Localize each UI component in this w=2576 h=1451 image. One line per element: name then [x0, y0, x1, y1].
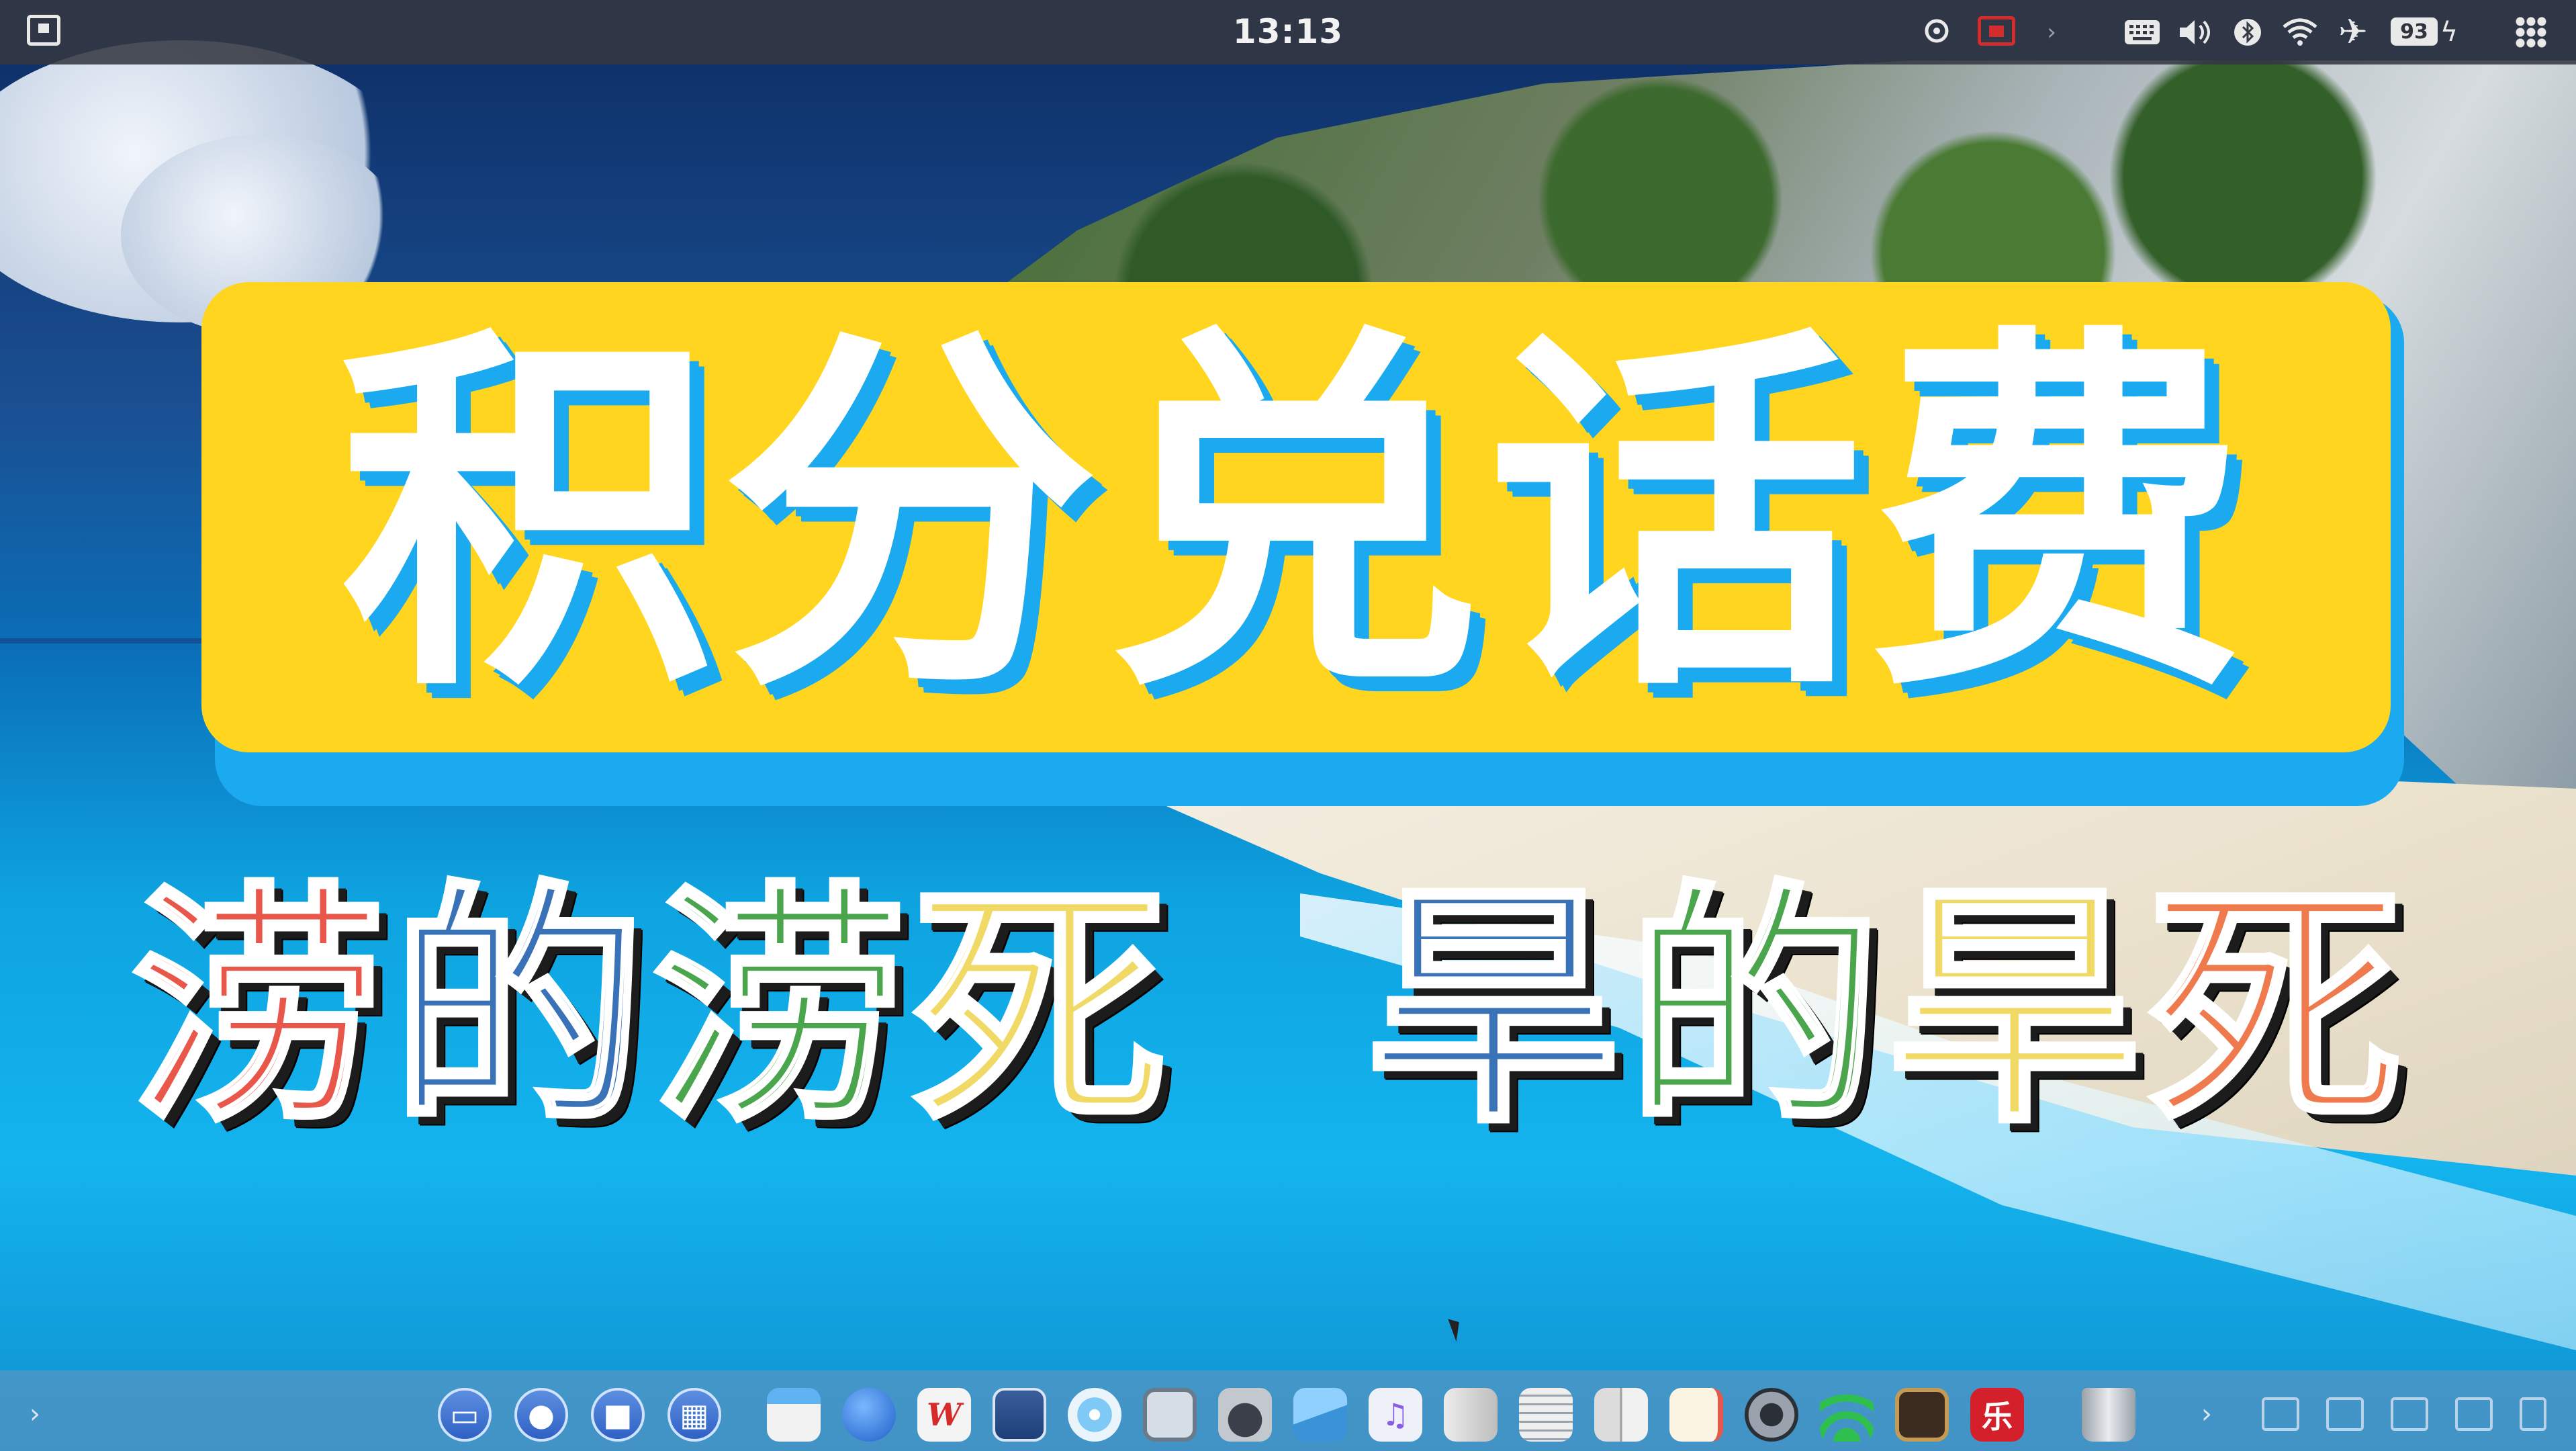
wifi-icon[interactable]	[2280, 13, 2320, 51]
slogan-right: 旱 的 旱 死	[1363, 867, 2405, 1149]
notification-icon[interactable]	[2455, 1397, 2493, 1431]
multitask-view-icon[interactable]: ▭	[438, 1388, 492, 1442]
slogan-char: 的	[389, 857, 648, 1157]
search-icon[interactable]	[1919, 13, 1957, 51]
app-store-icon[interactable]	[1218, 1388, 1272, 1442]
music-disc-icon[interactable]	[1068, 1388, 1121, 1442]
slogan-char: 死	[910, 857, 1169, 1157]
app-grid-icon[interactable]: ▦	[668, 1388, 721, 1442]
launcher-icon[interactable]: ●	[514, 1388, 568, 1442]
documents-icon[interactable]	[1444, 1388, 1498, 1442]
show-desktop-icon[interactable]	[2520, 1397, 2546, 1431]
music-player-icon[interactable]: ♫	[1369, 1388, 1422, 1442]
clipboard-icon[interactable]	[2391, 1397, 2428, 1431]
slogan-char: 涝	[649, 857, 909, 1157]
terminal-icon[interactable]	[1895, 1388, 1949, 1442]
slogan-left: 涝 的 涝 死	[128, 867, 1170, 1149]
volume-icon[interactable]	[2176, 13, 2216, 51]
window-icon[interactable]	[2326, 1397, 2364, 1431]
file-manager-icon[interactable]	[767, 1388, 821, 1442]
network-icon[interactable]	[1820, 1388, 1874, 1442]
battery-level: 93	[2400, 19, 2428, 44]
text-editor-icon[interactable]	[1519, 1388, 1573, 1442]
battery-icon[interactable]: 93	[2391, 17, 2438, 46]
trash-icon[interactable]	[2082, 1388, 2135, 1442]
wps-office-icon[interactable]: W	[917, 1388, 971, 1442]
slogan-char: 的	[1624, 857, 1884, 1157]
book-reader-icon[interactable]	[1594, 1388, 1648, 1442]
notes-icon[interactable]	[993, 1388, 1046, 1442]
airplane-mode-icon[interactable]: ✈	[2334, 12, 2372, 52]
top-panel: 13:13 › ✈ 93 ϟ	[0, 0, 2576, 64]
slogan-char: 涝	[128, 857, 387, 1157]
slogan-char: 死	[2146, 857, 2405, 1157]
system-monitor-icon[interactable]	[1745, 1388, 1798, 1442]
charging-icon: ϟ	[2440, 17, 2458, 48]
remote-desktop-icon[interactable]	[1143, 1388, 1197, 1442]
workspace-icon[interactable]: ■	[591, 1388, 645, 1442]
screen-record-icon[interactable]	[1978, 16, 2015, 46]
keyboard-icon[interactable]	[2122, 13, 2162, 51]
dock-expand-right-icon[interactable]: ›	[2201, 1399, 2212, 1430]
slogan-char: 旱	[1364, 857, 1623, 1157]
dictionary-icon[interactable]: 乐	[1970, 1388, 2024, 1442]
dock-expand-left-icon[interactable]: ›	[30, 1399, 40, 1430]
picture-icon[interactable]	[2262, 1397, 2299, 1431]
bluetooth-icon[interactable]	[2231, 13, 2264, 51]
dock	[0, 1370, 2576, 1451]
slogan-char: 旱	[1885, 857, 2144, 1157]
headline-title: 积分兑话费	[339, 298, 2253, 736]
app-grid-icon[interactable]	[2515, 16, 2547, 48]
chevron-right-icon[interactable]: ›	[2038, 13, 2065, 51]
browser-icon[interactable]	[842, 1388, 896, 1442]
memo-icon[interactable]	[1669, 1388, 1723, 1442]
image-viewer-icon[interactable]	[1293, 1388, 1347, 1442]
